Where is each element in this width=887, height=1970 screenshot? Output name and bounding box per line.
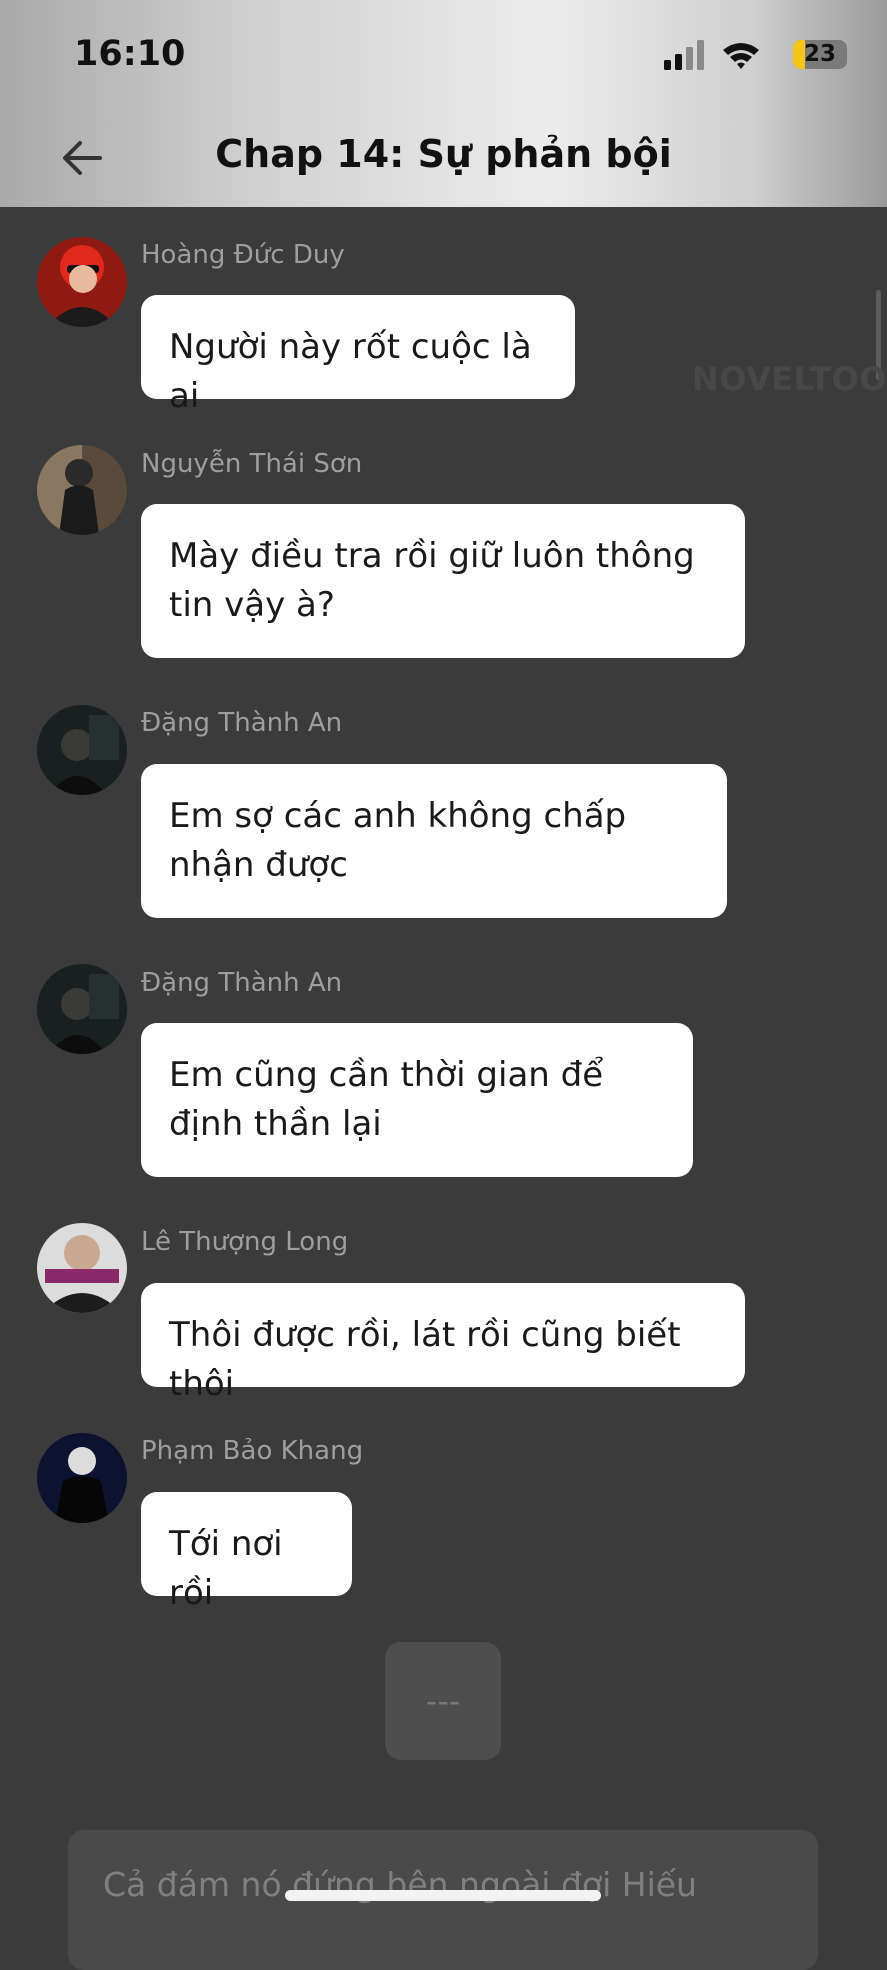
message-bubble: Em cũng cần thời gian để định thần lại [141,1023,693,1177]
message-bubble: Người này rốt cuộc là ai [141,295,575,416]
cellular-signal-icon [664,40,704,70]
home-indicator[interactable] [285,1890,601,1901]
top-bar: 16:10 23 Chap 14: Sự phản bội [0,0,887,207]
wifi-icon [723,43,759,69]
chapter-title: Chap 14: Sự phản bội [215,132,672,176]
noveltoon-watermark: NOVELTOON [692,360,887,398]
avatar[interactable] [37,1433,127,1523]
sender-name: Lê Thượng Long [141,1227,349,1257]
message-bubble: Mày điều tra rồi giữ luôn thông tin vậy … [141,504,745,658]
sender-name: Đặng Thành An [141,968,343,998]
avatar[interactable] [37,237,127,327]
sender-name: Đặng Thành An [141,708,343,738]
sender-name: Hoàng Đức Duy [141,240,345,270]
message-bubble: Thôi được rồi, lát rồi cũng biết thôi [141,1283,745,1404]
status-time: 16:10 [74,34,186,74]
avatar[interactable] [37,1223,127,1313]
battery-level: 23 [803,41,836,67]
battery-icon: 23 [793,40,847,69]
status-icons: 23 [647,38,847,74]
load-more-indicator[interactable]: --- [385,1642,501,1760]
avatar[interactable] [37,964,127,1054]
sender-name: Phạm Bảo Khang [141,1436,364,1466]
avatar[interactable] [37,705,127,795]
sender-name: Nguyễn Thái Sơn [141,449,363,479]
message-bubble: Em sợ các anh không chấp nhận được [141,764,727,918]
avatar[interactable] [37,445,127,535]
message-bubble: Tới nơi rồi [141,1492,352,1613]
